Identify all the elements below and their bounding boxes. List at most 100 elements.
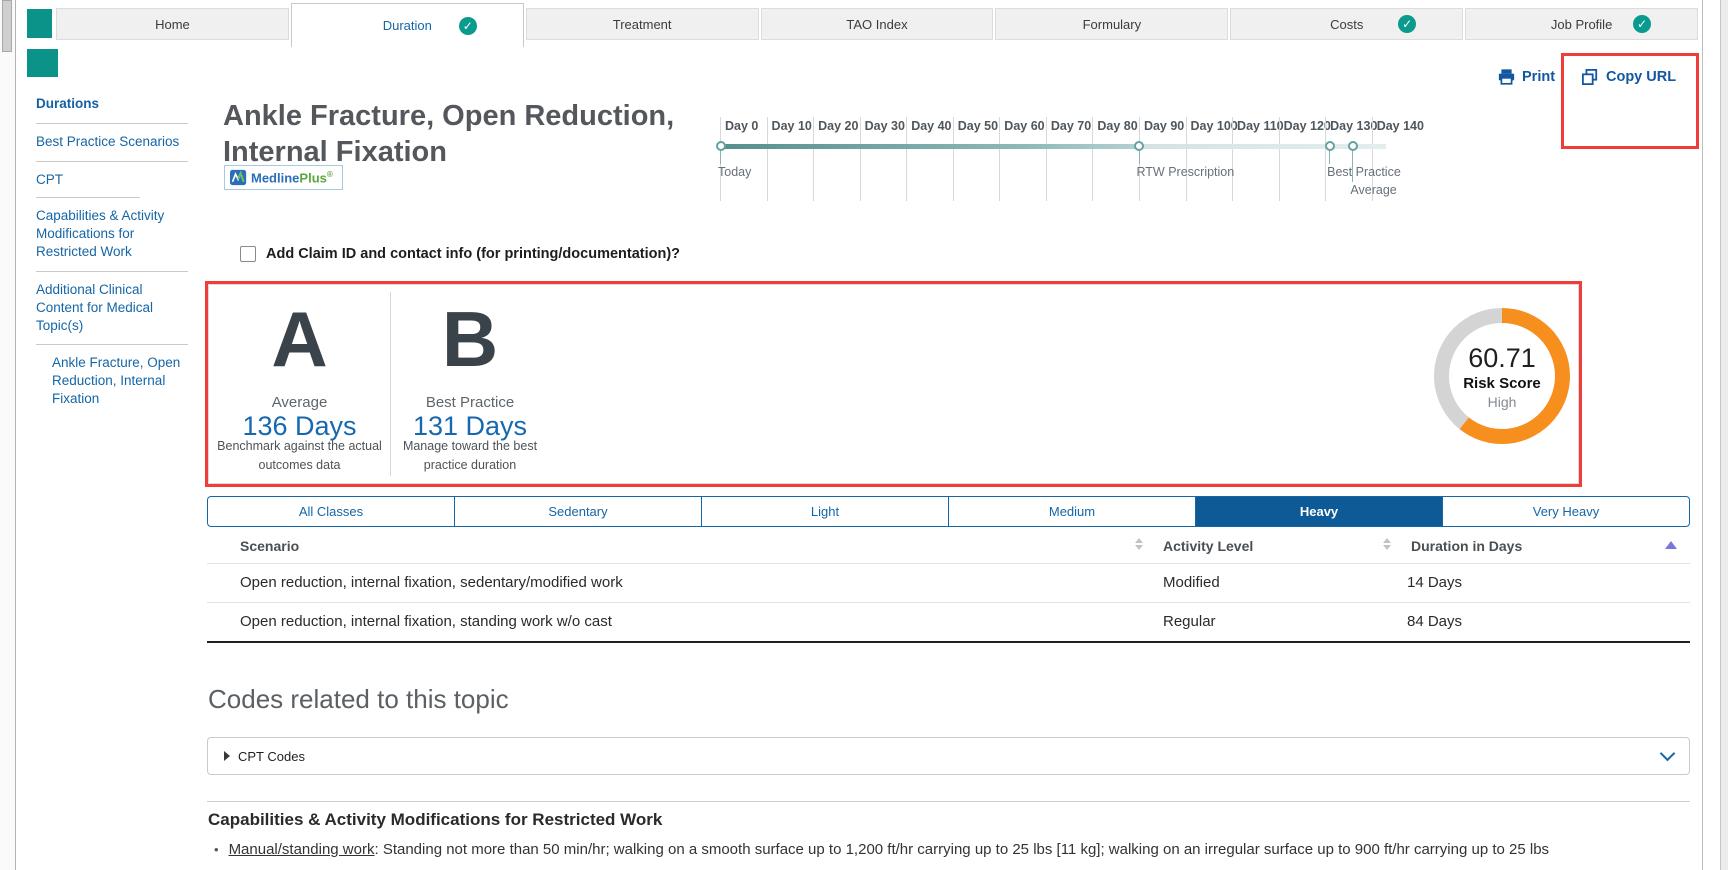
cell-scenario: Open reduction, internal fixation, seden… [240, 574, 623, 591]
registered-mark: ® [327, 170, 333, 179]
sidebar-item-capabilities[interactable]: Capabilities & Activity Modifications fo… [36, 198, 188, 271]
copy-url-label: Copy URL [1606, 69, 1676, 85]
column-header-scenario[interactable]: Scenario [240, 538, 299, 554]
medline-text: Medline [251, 170, 299, 185]
cpt-codes-accordion[interactable]: CPT Codes [207, 737, 1690, 775]
risk-score-label: Risk Score [1463, 375, 1541, 392]
codes-section-heading: Codes related to this topic [208, 684, 509, 715]
tab-job-profile[interactable]: Job Profile ✓ [1465, 8, 1698, 40]
tab-label: Home [155, 17, 190, 32]
scenario-table-header: Scenario Activity Level Duration in Days [207, 529, 1690, 563]
sort-icon[interactable] [1135, 538, 1143, 550]
cpt-codes-label: CPT Codes [238, 749, 305, 764]
class-tab-very-heavy[interactable]: Very Heavy [1442, 497, 1689, 526]
section-sidebar: Durations Best Practice Scenarios CPT Ca… [36, 86, 188, 418]
capability-term-link[interactable]: Manual/standing work [229, 841, 375, 858]
class-tab-light[interactable]: Light [701, 497, 948, 526]
timeline-tick: Day 110 [1232, 117, 1233, 201]
sidebar-item-best-practice-scenarios[interactable]: Best Practice Scenarios [36, 124, 188, 162]
best-practice-description: Manage toward the best practice duration [391, 437, 549, 476]
copy-icon [1582, 69, 1598, 85]
timeline-tick: Day 100 [1186, 117, 1187, 201]
menu-toggle-icon[interactable] [27, 9, 52, 38]
class-tab-sedentary[interactable]: Sedentary [454, 497, 701, 526]
bullet-icon: • [214, 842, 219, 857]
average-letter: A [208, 300, 391, 378]
chevron-down-icon[interactable] [1660, 746, 1676, 762]
copy-url-annotation-box: Copy URL [1561, 53, 1699, 149]
tab-costs[interactable]: Costs✓ [1230, 8, 1463, 40]
timeline-tick: Day 80 [1092, 117, 1093, 201]
risk-score-value: 60.71 [1468, 343, 1536, 374]
sidebar-item-durations[interactable]: Durations [36, 86, 188, 124]
tab-label: Job Profile [1551, 17, 1612, 32]
sidebar-item-ankle-fracture[interactable]: Ankle Fracture, Open Reduction, Internal… [36, 345, 188, 417]
cell-duration: 84 Days [1407, 613, 1462, 630]
section-divider [207, 801, 1690, 802]
right-edge-strip [1720, 0, 1728, 870]
class-tab-all-classes[interactable]: All Classes [208, 497, 454, 526]
tab-formulary[interactable]: Formulary [995, 8, 1228, 40]
medlineplus-badge[interactable]: MedlinePlus® [224, 165, 343, 190]
left-scrollbar-thumb[interactable] [2, 0, 12, 52]
tab-tao-index[interactable]: TAO Index [761, 8, 994, 40]
column-header-activity-level[interactable]: Activity Level [1163, 538, 1253, 554]
timeline-tick: Day 30 [860, 117, 861, 201]
tab-label: Duration [383, 18, 432, 33]
claim-info-row: Add Claim ID and contact info (for print… [240, 246, 680, 262]
cell-activity-level: Regular [1163, 613, 1216, 630]
sidebar-item-cpt[interactable]: CPT [36, 162, 188, 199]
sidebar-toggle-icon[interactable] [27, 49, 58, 77]
cell-scenario: Open reduction, internal fixation, stand… [240, 613, 612, 630]
timeline-marker-label: Best Practice [1327, 165, 1401, 179]
sort-icon[interactable] [1383, 538, 1391, 550]
class-tab-medium[interactable]: Medium [948, 497, 1195, 526]
copy-url-button[interactable]: Copy URL [1582, 69, 1696, 85]
table-row[interactable]: Open reduction, internal fixation, stand… [207, 602, 1690, 643]
page-title-line1: Ankle Fracture, Open Reduction, [223, 99, 674, 135]
timeline-tick: Day 60 [999, 117, 1000, 201]
average-label: Average [208, 394, 391, 411]
capabilities-heading: Capabilities & Activity Modifications fo… [208, 810, 662, 830]
timeline-marker-dot [716, 141, 726, 151]
tab-treatment[interactable]: Treatment [526, 8, 759, 40]
left-scrollbar-track[interactable] [0, 0, 16, 870]
best-practice-duration-stat: B Best Practice 131 Days Manage toward t… [391, 284, 549, 484]
risk-level: High [1488, 394, 1517, 410]
print-button[interactable]: Print [1498, 69, 1555, 85]
timeline-tick: Day 120 [1279, 117, 1280, 201]
sidebar-item-additional-clinical[interactable]: Additional Clinical Content for Medical … [36, 272, 188, 345]
timeline-marker-label: RTW Prescription [1137, 165, 1235, 179]
tab-home[interactable]: Home [56, 8, 289, 40]
timeline-tick: Day 130 [1325, 117, 1326, 201]
timeline-bar [720, 144, 1386, 149]
table-row[interactable]: Open reduction, internal fixation, seden… [207, 563, 1690, 602]
timeline-marker-label: Average [1350, 183, 1396, 197]
timeline-marker-stem [720, 150, 721, 164]
tab-label: TAO Index [846, 17, 907, 32]
duration-stats-annotation-box: A Average 136 Days Benchmark against the… [205, 281, 1582, 487]
risk-gauge-center: 60.71 Risk Score High [1449, 323, 1555, 429]
class-tab-heavy[interactable]: Heavy [1195, 497, 1442, 526]
complete-check-icon: ✓ [459, 17, 477, 35]
sort-ascending-icon[interactable] [1665, 541, 1677, 549]
claim-info-label: Add Claim ID and contact info (for print… [266, 246, 680, 262]
complete-check-icon: ✓ [1633, 15, 1651, 33]
tab-label: Formulary [1083, 17, 1142, 32]
tab-duration[interactable]: Duration ✓ [291, 3, 524, 47]
right-scrollbar-track[interactable] [1702, 0, 1721, 870]
printer-icon [1498, 69, 1515, 85]
capabilities-bullet: • Manual/standing work: Standing not more… [214, 841, 1720, 858]
claim-info-checkbox[interactable] [240, 246, 256, 262]
timeline-marker-stem [1329, 150, 1330, 164]
timeline-tick: Day 40 [906, 117, 907, 201]
capability-text: : Standing not more than 50 min/hr; walk… [374, 841, 1549, 858]
column-header-duration[interactable]: Duration in Days [1411, 538, 1522, 554]
medlineplus-logo-icon [230, 169, 247, 186]
timeline-tick: Day 50 [953, 117, 954, 201]
timeline-tick: Day 70 [1046, 117, 1047, 201]
timeline-marker-dot [1325, 141, 1335, 151]
cell-duration: 14 Days [1407, 574, 1462, 591]
risk-gauge-ring: 60.71 Risk Score High [1434, 308, 1570, 444]
timeline-tick: Day 20 [813, 117, 814, 201]
